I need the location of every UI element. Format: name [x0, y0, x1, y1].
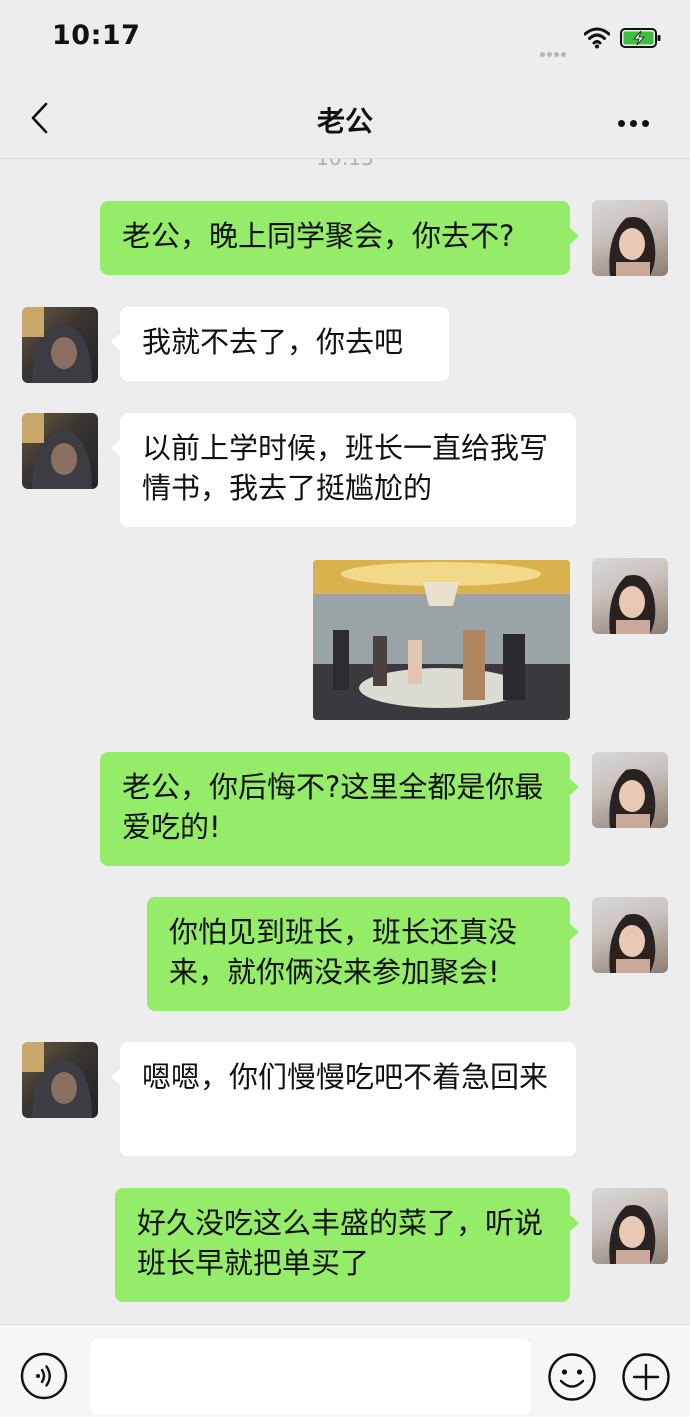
self-avatar[interactable]	[592, 1188, 668, 1264]
message-text: 老公，你后悔不?这里全都是你最爱吃的!	[122, 770, 544, 844]
battery-charging-icon	[620, 28, 661, 48]
chat-title: 老公	[316, 105, 373, 138]
add-icon[interactable]	[621, 1352, 671, 1402]
emoji-icon[interactable]	[547, 1352, 597, 1402]
message-bubble-outgoing[interactable]: 老公，你后悔不?这里全都是你最爱吃的!	[100, 752, 579, 866]
message-text: 你怕见到班长，班长还真没来，就你俩没来参加聚会!	[169, 915, 518, 989]
contact-avatar[interactable]	[22, 413, 98, 489]
message-bubble-outgoing[interactable]: 老公，晚上同学聚会，你去不?	[100, 201, 579, 275]
wifi-icon	[584, 27, 610, 49]
contact-avatar[interactable]	[22, 307, 98, 383]
message-input[interactable]	[90, 1339, 531, 1415]
signal-icon	[540, 42, 574, 57]
self-avatar[interactable]	[592, 752, 668, 828]
voice-icon[interactable]	[20, 1352, 68, 1400]
contact-avatar[interactable]	[22, 1042, 98, 1118]
status-time: 10:17	[52, 20, 141, 51]
chat-header: 老公	[0, 78, 690, 159]
message-bubble-outgoing[interactable]: 你怕见到班长，班长还真没来，就你俩没来参加聚会!	[147, 897, 579, 1011]
message-image[interactable]	[313, 560, 570, 720]
message-bubble-incoming[interactable]: 以前上学时候，班长一直给我写情书，我去了挺尴尬的	[111, 413, 576, 527]
message-text: 好久没吃这么丰盛的菜了，听说班长早就把单买了	[137, 1206, 544, 1280]
input-bar	[0, 1324, 690, 1417]
message-text: 以前上学时候，班长一直给我写情书，我去了挺尴尬的	[142, 431, 549, 505]
message-bubble-incoming[interactable]: 嗯嗯，你们慢慢吃吧不着急回来	[111, 1042, 576, 1156]
self-avatar[interactable]	[592, 200, 668, 276]
status-bar: 10:17	[0, 0, 690, 78]
more-icon[interactable]	[618, 112, 658, 127]
message-bubble-incoming[interactable]: 我就不去了，你去吧	[111, 307, 449, 381]
message-bubble-outgoing[interactable]: 好久没吃这么丰盛的菜了，听说班长早就把单买了	[115, 1188, 579, 1302]
self-avatar[interactable]	[592, 897, 668, 973]
message-text: 老公，晚上同学聚会，你去不?	[122, 219, 515, 253]
message-text: 我就不去了，你去吧	[142, 325, 404, 359]
dinner-party-photo	[313, 560, 570, 720]
message-text: 嗯嗯，你们慢慢吃吧不着急回来	[142, 1060, 549, 1094]
self-avatar[interactable]	[592, 558, 668, 634]
